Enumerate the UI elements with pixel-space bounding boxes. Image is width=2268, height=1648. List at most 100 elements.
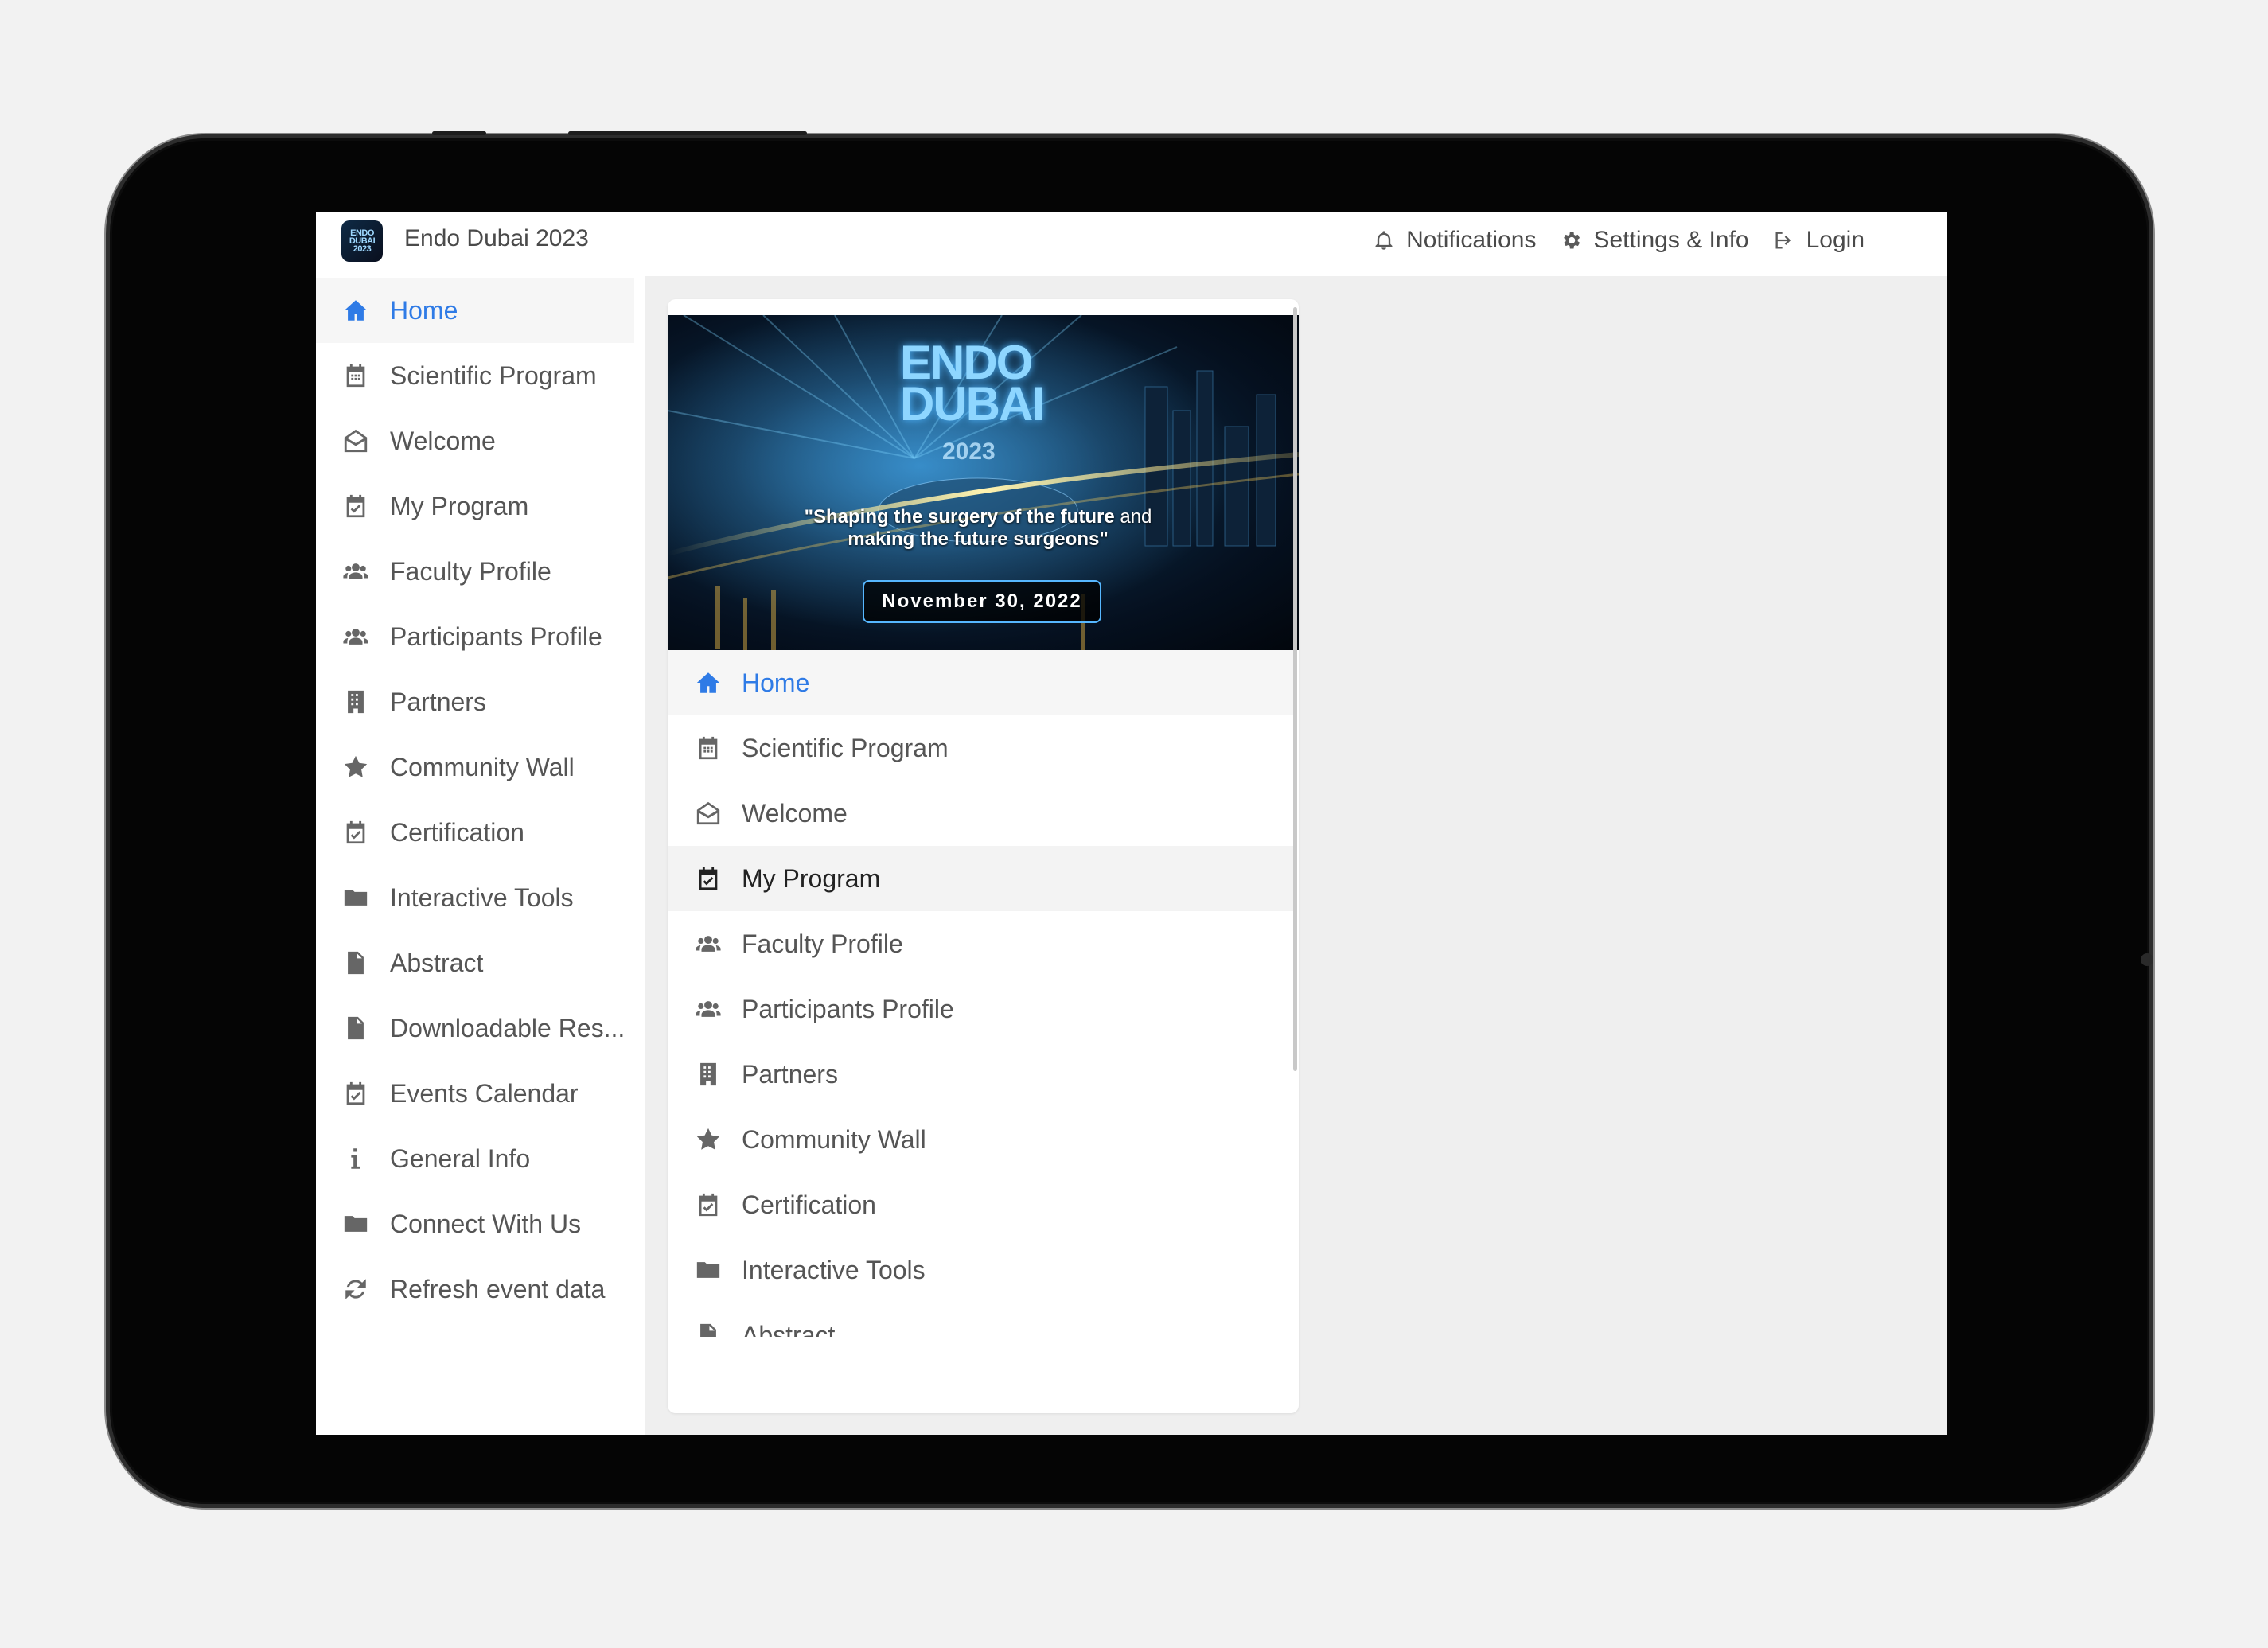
login-label: Login: [1806, 227, 1865, 253]
sidebar-item-label: Faculty Profile: [390, 556, 551, 586]
login-button[interactable]: Login: [1773, 227, 1865, 254]
scrollbar-thumb[interactable]: [1293, 307, 1297, 1071]
sidebar-item-label: Participants Profile: [390, 621, 602, 651]
card-menu-item-participants-profile[interactable]: Participants Profile: [668, 976, 1293, 1042]
sidebar-item-home[interactable]: Home: [316, 278, 634, 343]
info-icon: [341, 1144, 370, 1173]
sidebar-item-label: My Program: [390, 491, 529, 520]
card-menu-item-welcome[interactable]: Welcome: [668, 781, 1293, 846]
sidebar-item-events-calendar[interactable]: Events Calendar: [316, 1061, 634, 1126]
app-logo: ENDO DUBAI 2023: [341, 220, 383, 262]
folder-icon: [341, 1210, 370, 1238]
calendar-icon: [694, 734, 723, 762]
sidebar-item-abstract[interactable]: Abstract: [316, 930, 634, 995]
card-menu-item-certification[interactable]: Certification: [668, 1172, 1293, 1237]
card-menu-item-partners[interactable]: Partners: [668, 1042, 1293, 1107]
home-icon: [694, 668, 723, 697]
users-icon: [341, 622, 370, 651]
card-menu-item-abstract[interactable]: Abstract: [668, 1303, 1293, 1337]
sidebar-item-general-info[interactable]: General Info: [316, 1126, 634, 1191]
sidebar-item-label: Events Calendar: [390, 1078, 579, 1108]
card-menu-item-label: Scientific Program: [742, 733, 949, 762]
card-menu-item-label: My Program: [742, 863, 881, 893]
banner-logo-line2: DUBAI: [900, 377, 1045, 431]
banner-date-badge: November 30, 2022: [863, 580, 1101, 623]
calendar-check-icon: [694, 864, 723, 893]
sidebar-item-participants-profile[interactable]: Participants Profile: [316, 604, 634, 669]
volume-button: [432, 131, 486, 135]
envelope-open-icon: [341, 427, 370, 455]
calendar-check-icon: [341, 492, 370, 520]
file-icon: [694, 1321, 723, 1337]
sidebar-item-label: Interactive Tools: [390, 882, 574, 912]
tagline-normal: and: [1114, 506, 1152, 528]
power-button: [568, 131, 807, 135]
gear-icon: [1564, 232, 1580, 249]
sidebar-item-label: Home: [390, 295, 458, 325]
sidebar-item-certification[interactable]: Certification: [316, 800, 634, 865]
settings-info-button[interactable]: Settings & Info: [1560, 227, 1749, 254]
sidebar-item-label: Refresh event data: [390, 1274, 606, 1303]
sidebar-item-label: Partners: [390, 687, 486, 716]
sidebar-list: Home Scientific Program Welcome My Program F…: [316, 276, 645, 1322]
users-icon: [341, 557, 370, 586]
card-menu-item-my-program[interactable]: My Program: [668, 846, 1293, 911]
sidebar-item-scientific-program[interactable]: Scientific Program: [316, 343, 634, 408]
sidebar-item-label: General Info: [390, 1143, 531, 1173]
card-menu-item-interactive-tools[interactable]: Interactive Tools: [668, 1237, 1293, 1303]
card-menu-item-label: Abstract: [742, 1320, 836, 1338]
card-menu-item-label: Partners: [742, 1059, 838, 1089]
sidebar-item-label: Abstract: [390, 948, 484, 977]
app-logo-text: ENDO DUBAI 2023: [349, 228, 376, 254]
top-bar: ENDO DUBAI 2023 Endo Dubai 2023 Notifica…: [316, 212, 1947, 276]
sidebar: Home Scientific Program Welcome My Program F…: [316, 276, 645, 1435]
folder-icon: [694, 1256, 723, 1284]
card-menu-item-label: Home: [742, 668, 810, 697]
sidebar-item-partners[interactable]: Partners: [316, 669, 634, 734]
sidebar-item-downloadable-res[interactable]: Downloadable Res...: [316, 995, 634, 1061]
sidebar-item-label: Welcome: [390, 426, 496, 455]
tagline-bold-1: "Shaping the surgery of the future: [804, 506, 1115, 528]
card-menu-item-label: Faculty Profile: [742, 929, 903, 958]
sidebar-item-welcome[interactable]: Welcome: [316, 408, 634, 473]
sidebar-item-my-program[interactable]: My Program: [316, 473, 634, 539]
card-menu-list: Home Scientific Program Welcome My Program F…: [668, 650, 1293, 1337]
home-card: ENDO DUBAI 2023 "Shaping the surgery of …: [668, 299, 1299, 1413]
tagline-bold-2: making the future surgeons": [848, 528, 1109, 550]
card-menu-item-community-wall[interactable]: Community Wall: [668, 1107, 1293, 1172]
banner-date: November 30, 2022: [882, 590, 1082, 612]
sidebar-item-refresh-event-data[interactable]: Refresh event data: [316, 1256, 634, 1322]
calendar-check-icon: [341, 818, 370, 847]
home-icon: [341, 296, 370, 325]
notifications-label: Notifications: [1406, 227, 1537, 253]
settings-info-label: Settings & Info: [1593, 227, 1749, 253]
app-title: Endo Dubai 2023: [404, 225, 589, 251]
event-banner: ENDO DUBAI 2023 "Shaping the surgery of …: [668, 315, 1299, 650]
sidebar-item-community-wall[interactable]: Community Wall: [316, 734, 634, 800]
banner-year: 2023: [942, 438, 996, 465]
sidebar-item-interactive-tools[interactable]: Interactive Tools: [316, 865, 634, 930]
star-icon: [694, 1125, 723, 1154]
file-icon: [341, 1014, 370, 1042]
sidebar-item-label: Community Wall: [390, 752, 575, 781]
building-icon: [341, 688, 370, 716]
folder-icon: [341, 883, 370, 912]
card-menu-item-label: Community Wall: [742, 1124, 926, 1154]
card-menu-item-label: Interactive Tools: [742, 1255, 926, 1284]
card-menu-item-home[interactable]: Home: [668, 650, 1293, 715]
calendar-check-icon: [694, 1190, 723, 1219]
calendar-check-icon: [341, 1079, 370, 1108]
card-menu-item-faculty-profile[interactable]: Faculty Profile: [668, 911, 1293, 976]
envelope-open-icon: [694, 799, 723, 828]
login-icon: [1775, 232, 1791, 249]
star-icon: [341, 753, 370, 781]
card-menu-item-scientific-program[interactable]: Scientific Program: [668, 715, 1293, 781]
notifications-button[interactable]: Notifications: [1373, 227, 1536, 254]
sidebar-item-connect-with-us[interactable]: Connect With Us: [316, 1191, 634, 1256]
users-icon: [694, 995, 723, 1023]
sidebar-item-faculty-profile[interactable]: Faculty Profile: [316, 539, 634, 604]
banner-logo: ENDO DUBAI: [900, 339, 1045, 431]
refresh-icon: [341, 1275, 370, 1303]
banner-tagline: "Shaping the surgery of the future and m…: [779, 506, 1177, 551]
main-content: ENDO DUBAI 2023 "Shaping the surgery of …: [645, 276, 1947, 1435]
